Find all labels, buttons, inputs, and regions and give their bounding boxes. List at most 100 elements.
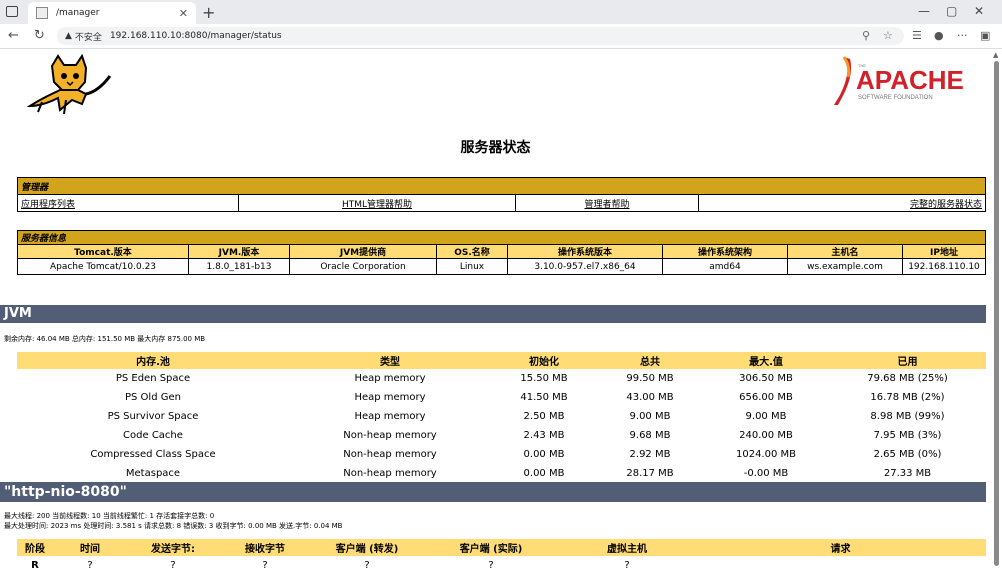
svg-text:SOFTWARE FOUNDATION: SOFTWARE FOUNDATION xyxy=(858,95,933,101)
table-cell: Metaspace xyxy=(125,468,181,479)
request-col-header: 接收字节 xyxy=(219,539,311,556)
svg-text:APACHE: APACHE xyxy=(856,65,964,95)
restore-icon[interactable]: ▢ xyxy=(946,4,957,18)
address-toolbar: ← ↻ ▲ 不安全 192.168.110.10:8080/manager/st… xyxy=(0,24,1002,49)
table-cell: 27.33 MB xyxy=(883,468,932,479)
col-ip-address: IP地址 xyxy=(902,244,986,259)
table-cell: ? xyxy=(488,560,494,571)
table-cell: 2.43 MB xyxy=(523,430,565,441)
request-col-header: 请求 xyxy=(695,539,986,556)
table-cell: 306.50 MB xyxy=(739,373,793,384)
server-info-section-header: 服务器信息 xyxy=(17,230,986,245)
favicon-icon xyxy=(36,7,48,19)
scrollbar-thumb[interactable] xyxy=(994,61,999,566)
table-cell: 2.92 MB xyxy=(629,449,671,460)
manager-section-header: 管理器 xyxy=(17,177,986,195)
browser-tab[interactable]: /manager ✕ xyxy=(28,2,196,24)
jvm-vendor-value: Oracle Corporation xyxy=(289,258,437,275)
col-jvm-vendor: JVM提供商 xyxy=(289,244,437,259)
hostname-value: ws.example.com xyxy=(787,258,903,275)
os-name-value: Linux xyxy=(436,258,508,275)
request-col-header: 虚拟主机 xyxy=(559,539,695,556)
tab-title: /manager xyxy=(56,8,100,18)
col-os-arch: 操作系统架构 xyxy=(662,244,788,259)
table-cell: 28.17 MB xyxy=(626,468,674,479)
favorite-star-icon[interactable]: ☆ xyxy=(883,29,893,42)
col-hostname: 主机名 xyxy=(787,244,903,259)
table-row: Metaspace Non-heap memory 0.00 MB 28.17 MB -… xyxy=(17,464,986,483)
close-tab-icon[interactable]: ✕ xyxy=(179,7,188,20)
page-content: APACHE SOFTWARE FOUNDATION THE 服务器状态 管理器… xyxy=(0,49,991,576)
table-cell: 656.00 MB xyxy=(739,392,793,403)
os-arch-value: amd64 xyxy=(662,258,788,275)
insecure-label[interactable]: 不安全 xyxy=(75,30,102,43)
url-text[interactable]: 192.168.110.10:8080/manager/status xyxy=(110,31,282,41)
table-cell: 1024.00 MB xyxy=(735,449,797,460)
vertical-scrollbar[interactable]: ▲ xyxy=(991,49,1002,576)
address-bar[interactable]: ▲ 不安全 192.168.110.10:8080/manager/status… xyxy=(57,27,904,45)
table-cell: Compressed Class Space xyxy=(90,449,216,460)
col-tomcat-version: Tomcat.版本 xyxy=(17,244,189,259)
scroll-up-icon[interactable]: ▲ xyxy=(993,51,998,59)
list-applications-link[interactable]: 应用程序列表 xyxy=(21,200,75,210)
server-info-table: 服务器信息 Tomcat.版本 JVM.版本 JVM提供商 OS.名称 操作系统… xyxy=(17,230,986,275)
col-type: 类型 xyxy=(289,352,491,369)
col-maximum: 最大.值 xyxy=(703,352,829,369)
manager-help-link[interactable]: 管理者帮助 xyxy=(584,200,629,210)
request-table: 阶段 时间 发送字节: 接收字节 客户端 (转发) 客户端 (实际) 虚拟主机 请求 R???… xyxy=(17,539,986,575)
os-version-value: 3.10.0-957.el7.x86_64 xyxy=(507,258,663,275)
profile-icon[interactable]: ● xyxy=(934,29,944,42)
col-os-name: OS.名称 xyxy=(436,244,508,259)
complete-server-status-link[interactable]: 完整的服务器状态 xyxy=(910,200,982,210)
back-icon[interactable]: ← xyxy=(8,28,19,43)
table-cell xyxy=(695,556,986,575)
svg-text:THE: THE xyxy=(858,63,866,68)
table-cell: ? xyxy=(262,560,268,571)
table-cell: 0.00 MB xyxy=(523,468,565,479)
manager-table: 管理器 应用程序列表 HTML管理器帮助 管理者帮助 完整的服务器状态 xyxy=(17,177,986,212)
table-cell: Non-heap memory xyxy=(343,468,437,479)
connector-threads-info: 最大线程: 200 当前线程数: 10 当前线程繁忙: 1 存活套接字总数: 0 xyxy=(4,512,215,520)
jvm-section-title: JVM xyxy=(0,305,986,323)
table-row: Code Cache Non-heap memory 2.43 MB 9.68 MB 2… xyxy=(17,426,986,445)
sidebar-icon[interactable]: ▣ xyxy=(980,29,990,42)
request-col-header: 客户端 (转发) xyxy=(311,539,423,556)
table-cell: PS Eden Space xyxy=(115,373,191,384)
table-cell: PS Old Gen xyxy=(125,392,181,403)
table-row: PS Eden Space Heap memory 15.50 MB 99.50 MB… xyxy=(17,369,986,388)
table-row: PS Old Gen Heap memory 41.50 MB 43.00 MB 656… xyxy=(17,388,986,407)
table-cell: Heap memory xyxy=(354,392,426,403)
table-cell: 43.00 MB xyxy=(626,392,674,403)
html-manager-help-link[interactable]: HTML管理器帮助 xyxy=(342,200,412,210)
table-row: R?????? xyxy=(17,556,986,575)
col-initial: 初始化 xyxy=(491,352,597,369)
favorites-icon[interactable]: ☰ xyxy=(912,29,922,42)
refresh-icon[interactable]: ↻ xyxy=(34,28,45,43)
connector-requests-info: 最大处理时间: 2023 ms 处理时间: 3.581 s 请求总数: 8 错误… xyxy=(4,522,343,530)
more-icon[interactable]: ··· xyxy=(957,29,968,42)
new-tab-icon[interactable]: + xyxy=(202,3,215,22)
key-icon[interactable]: ⚲ xyxy=(862,29,870,42)
jvm-memory-summary: 剩余内存: 46.04 MB 总内存: 151.50 MB 最大内存 875.0… xyxy=(4,335,206,343)
table-cell: ? xyxy=(87,560,93,571)
col-os-version: 操作系统版本 xyxy=(507,244,663,259)
table-cell: 9.00 MB xyxy=(629,411,671,422)
table-cell: 79.68 MB (25%) xyxy=(867,373,948,384)
request-col-header: 时间 xyxy=(53,539,127,556)
page-title: 服务器状态 xyxy=(460,140,531,156)
close-window-icon[interactable]: ✕ xyxy=(974,4,984,18)
minimize-icon[interactable]: — xyxy=(918,4,930,18)
table-cell: Non-heap memory xyxy=(343,449,437,460)
tab-actions-icon[interactable] xyxy=(6,6,18,17)
table-cell: ? xyxy=(364,560,370,571)
col-used: 已用 xyxy=(829,352,986,369)
table-cell: 2.50 MB xyxy=(523,411,565,422)
col-memory-pool: 内存.池 xyxy=(17,352,289,369)
col-total: 总共 xyxy=(597,352,703,369)
table-cell: Code Cache xyxy=(123,430,183,441)
warning-icon[interactable]: ▲ xyxy=(65,31,72,41)
table-cell: 9.00 MB xyxy=(745,411,787,422)
table-cell: R xyxy=(31,560,39,571)
table-cell: Non-heap memory xyxy=(343,430,437,441)
jvm-version-value: 1.8.0_181-b13 xyxy=(188,258,290,275)
